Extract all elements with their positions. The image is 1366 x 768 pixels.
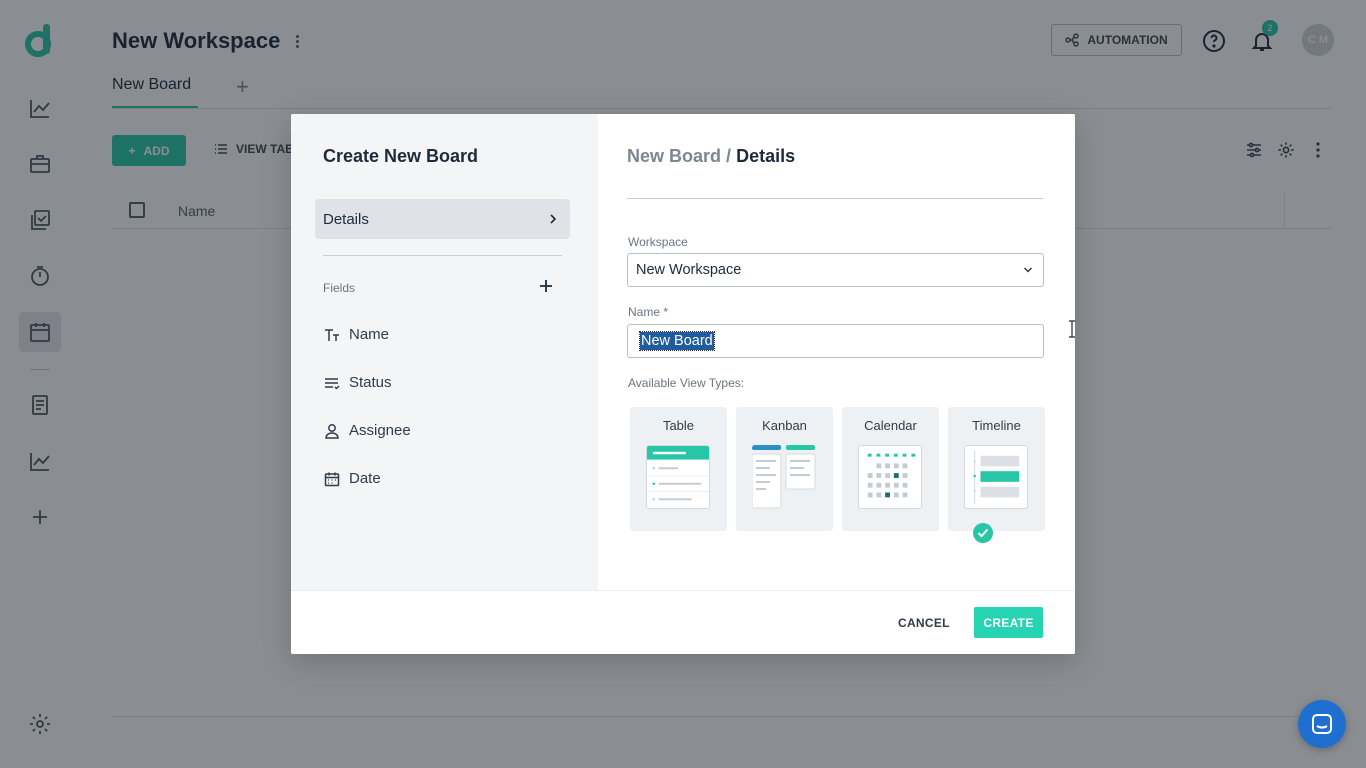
kanban-view-preview-icon bbox=[752, 445, 816, 509]
view-type-label: Calendar bbox=[864, 418, 917, 433]
view-type-timeline[interactable]: Timeline bbox=[948, 407, 1045, 531]
view-type-label: Kanban bbox=[762, 418, 807, 433]
chevron-right-icon bbox=[550, 214, 557, 224]
text-type-icon bbox=[325, 328, 339, 341]
calendar-view-preview-icon bbox=[858, 445, 922, 509]
chat-icon bbox=[1312, 714, 1332, 734]
workspace-select[interactable]: New Workspace bbox=[627, 253, 1044, 287]
check-icon-table[interactable] bbox=[973, 523, 993, 543]
breadcrumb-parent[interactable]: New Board bbox=[627, 146, 721, 166]
modal-breadcrumb: New Board / Details bbox=[627, 146, 795, 167]
view-types-label: Available View Types: bbox=[628, 376, 745, 390]
breadcrumb-current: Details bbox=[736, 146, 796, 166]
field-item-name[interactable]: Name bbox=[324, 326, 389, 343]
chat-support-button[interactable] bbox=[1298, 700, 1346, 748]
breadcrumb-divider bbox=[627, 198, 1043, 199]
table-view-preview-icon bbox=[646, 445, 710, 509]
breadcrumb-separator: / bbox=[726, 146, 732, 166]
field-label: Name bbox=[349, 326, 390, 343]
workspace-label: Workspace bbox=[628, 235, 688, 249]
create-button[interactable]: CREATE bbox=[974, 607, 1043, 638]
modal-footer: CANCEL CREATE bbox=[291, 590, 1075, 654]
workspace-select-value: New Workspace bbox=[636, 262, 742, 278]
calendar-icon bbox=[324, 472, 340, 486]
field-label: Assignee bbox=[349, 422, 411, 439]
nav-item-details[interactable]: Details bbox=[315, 199, 570, 239]
view-type-calendar[interactable]: Calendar bbox=[842, 407, 939, 531]
modal-title: Create New Board bbox=[323, 146, 479, 166]
timeline-view-preview-icon bbox=[964, 445, 1028, 509]
field-item-assignee[interactable]: Assignee bbox=[324, 422, 411, 439]
add-field-icon[interactable] bbox=[538, 278, 554, 294]
modal-right-panel: New Board / Details Workspace New Worksp… bbox=[598, 114, 1075, 590]
board-name-value: New Board bbox=[639, 331, 715, 351]
field-label: Status bbox=[349, 374, 392, 391]
name-label: Name * bbox=[628, 305, 669, 319]
view-type-kanban[interactable]: Kanban bbox=[736, 407, 833, 531]
nav-details-label: Details bbox=[323, 210, 369, 228]
status-list-icon bbox=[325, 377, 340, 390]
view-type-table[interactable]: Table bbox=[630, 407, 727, 531]
left-panel-divider bbox=[323, 255, 562, 256]
text-cursor-icon bbox=[1069, 320, 1075, 338]
modal-left-panel: Create New Board Details Fields Name Sta… bbox=[291, 114, 598, 590]
fields-label: Fields bbox=[323, 281, 356, 295]
field-label: Date bbox=[349, 470, 381, 487]
cancel-button[interactable]: CANCEL bbox=[898, 616, 950, 630]
person-icon bbox=[325, 423, 339, 439]
view-type-label: Timeline bbox=[972, 418, 1021, 433]
board-name-input[interactable]: New Board bbox=[627, 324, 1044, 358]
field-item-date[interactable]: Date bbox=[324, 470, 381, 487]
chevron-down-icon bbox=[1023, 267, 1033, 273]
view-type-label: Table bbox=[662, 418, 695, 433]
field-item-status[interactable]: Status bbox=[324, 374, 392, 391]
create-board-modal: Create New Board Details Fields Name Sta… bbox=[291, 114, 1075, 654]
